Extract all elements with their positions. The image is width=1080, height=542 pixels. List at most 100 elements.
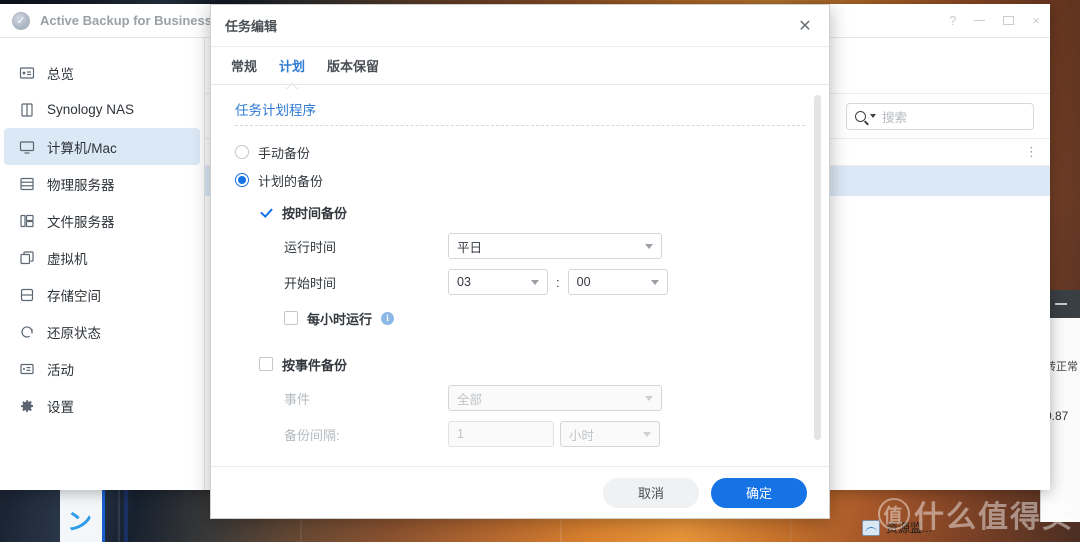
sidebar: 总览 Synology NAS 计算机/Mac 物理服务器 文件服务器 虚拟机 … [0, 38, 205, 490]
radio-manual-backup[interactable]: 手动备份 [235, 138, 805, 166]
gear-icon [18, 397, 36, 415]
sidebar-item-label: 虚拟机 [47, 251, 88, 267]
window-controls: ? × [949, 14, 1040, 27]
radio-scheduled-backup-label: 计划的备份 [258, 173, 324, 189]
field-event: 事件 全部 [284, 382, 805, 414]
synology-logo-glyph: ン [66, 509, 93, 535]
radio-scheduled-backup[interactable]: 计划的备份 [235, 166, 805, 194]
time-separator: : [556, 274, 560, 290]
label-event: 事件 [284, 391, 311, 407]
sidebar-item-label: 文件服务器 [47, 214, 115, 230]
sidebar-item-label: 存储空间 [47, 288, 101, 304]
nas-icon [18, 101, 36, 119]
server-icon [18, 175, 36, 193]
dialog-scrollbar[interactable] [814, 95, 821, 440]
checkbox-time-based-label: 按时间备份 [282, 205, 348, 221]
select-interval-unit: 小时 [560, 421, 660, 447]
field-start-time: 开始时间 03 : 00 [284, 266, 805, 298]
field-backup-interval: 备份间隔: 1 小时 [284, 418, 805, 450]
checkbox-event-based-backup[interactable]: 按事件备份 [259, 350, 805, 378]
chevron-down-icon [645, 395, 653, 401]
sidebar-item-file-server[interactable]: 文件服务器 [4, 202, 200, 239]
checkbox-hourly-run-label: 每小时运行 [307, 311, 373, 327]
overview-icon [18, 64, 36, 82]
cancel-button[interactable]: 取消 [603, 477, 699, 508]
input-backup-interval-value: 1 [457, 427, 464, 441]
sidebar-item-settings[interactable]: 设置 [4, 387, 200, 424]
chevron-down-icon [531, 279, 539, 285]
restore-icon [18, 323, 36, 341]
taskbar-item-label: 资源监... [886, 521, 933, 535]
checkbox-icon-checked [259, 205, 273, 219]
select-start-hour-value: 03 [457, 275, 471, 289]
storage-icon [18, 286, 36, 304]
select-start-minute-value: 00 [576, 275, 591, 289]
activity-icon [18, 360, 36, 378]
minimize-icon[interactable] [1054, 303, 1067, 305]
taskbar-app-logo[interactable]: ン [60, 490, 105, 542]
label-backup-interval: 备份间隔: [284, 427, 340, 443]
sidebar-item-label: 物理服务器 [47, 177, 115, 193]
checkbox-hourly-run[interactable]: 每小时运行 i [284, 304, 805, 332]
task-edit-dialog: 任务编辑 ✕ 常规 计划 版本保留 任务计划程序 手动备份 计划的备份 按时间备… [210, 4, 830, 519]
checkbox-icon-unchecked [284, 311, 298, 325]
close-button[interactable]: × [1032, 14, 1040, 27]
help-button[interactable]: ? [949, 14, 956, 27]
input-backup-interval: 1 [448, 421, 554, 447]
sidebar-item-storage[interactable]: 存储空间 [4, 276, 200, 313]
radio-manual-backup-label: 手动备份 [258, 145, 311, 161]
sidebar-item-label: Synology NAS [47, 102, 135, 117]
select-start-hour[interactable]: 03 [448, 269, 548, 295]
label-start-time: 开始时间 [284, 275, 337, 291]
radio-icon-unselected [235, 145, 249, 159]
dialog-close-button[interactable]: ✕ [795, 16, 815, 36]
tab-version-retention[interactable]: 版本保留 [327, 56, 379, 84]
minimize-button[interactable] [974, 19, 986, 22]
app-title: Active Backup for Business [40, 13, 212, 28]
checkbox-event-based-label: 按事件备份 [282, 357, 348, 373]
sidebar-item-label: 总览 [47, 66, 74, 82]
vm-icon [18, 249, 36, 267]
sidebar-item-virtual-machine[interactable]: 虚拟机 [4, 239, 200, 276]
dialog-titlebar: 任务编辑 ✕ [211, 5, 829, 47]
tab-schedule[interactable]: 计划 [279, 56, 305, 84]
search-input[interactable]: 搜索 [846, 102, 1034, 130]
confirm-button[interactable]: 确定 [711, 477, 807, 508]
chevron-down-icon [650, 279, 659, 285]
taskbar-item-resource-monitor[interactable]: 资源监... [862, 519, 932, 536]
taskbar-logo-edge [102, 490, 105, 542]
sidebar-item-physical-server[interactable]: 物理服务器 [4, 165, 200, 202]
info-icon[interactable]: i [381, 311, 395, 325]
sidebar-item-activity[interactable]: 活动 [4, 350, 200, 387]
chevron-down-icon [643, 431, 651, 437]
checkbox-time-based-backup[interactable]: 按时间备份 [259, 198, 805, 226]
select-run-time-value: 平日 [457, 240, 483, 255]
select-event-value: 全部 [457, 392, 483, 407]
column-options-icon[interactable]: ⋮ [1025, 145, 1038, 158]
select-run-time[interactable]: 平日 [448, 233, 662, 259]
chevron-down-icon[interactable] [870, 114, 876, 118]
sidebar-item-synology-nas[interactable]: Synology NAS [4, 91, 200, 128]
app-icon [12, 11, 30, 30]
sidebar-item-label: 还原状态 [47, 325, 101, 341]
section-divider [235, 125, 805, 126]
search-placeholder: 搜索 [882, 110, 908, 125]
sidebar-item-computer-mac[interactable]: 计算机/Mac [4, 128, 200, 165]
sidebar-item-restore-status[interactable]: 还原状态 [4, 313, 200, 350]
search-icon [855, 110, 866, 122]
radio-icon-selected [235, 173, 249, 187]
chevron-down-icon [645, 243, 653, 249]
select-interval-unit-value: 小时 [569, 428, 595, 443]
file-server-icon [18, 212, 36, 230]
tab-general[interactable]: 常规 [231, 56, 257, 84]
sidebar-item-overview[interactable]: 总览 [4, 54, 200, 91]
select-start-minute[interactable]: 00 [567, 269, 668, 295]
dialog-title: 任务编辑 [225, 19, 278, 34]
field-run-time: 运行时间 平日 [284, 230, 805, 262]
sidebar-item-label: 活动 [47, 362, 74, 378]
resource-monitor-icon [862, 519, 880, 536]
sidebar-item-label: 设置 [47, 399, 74, 415]
section-title-scheduler: 任务计划程序 [235, 103, 316, 118]
maximize-button[interactable] [1003, 16, 1015, 25]
checkbox-icon-unchecked [259, 357, 273, 371]
